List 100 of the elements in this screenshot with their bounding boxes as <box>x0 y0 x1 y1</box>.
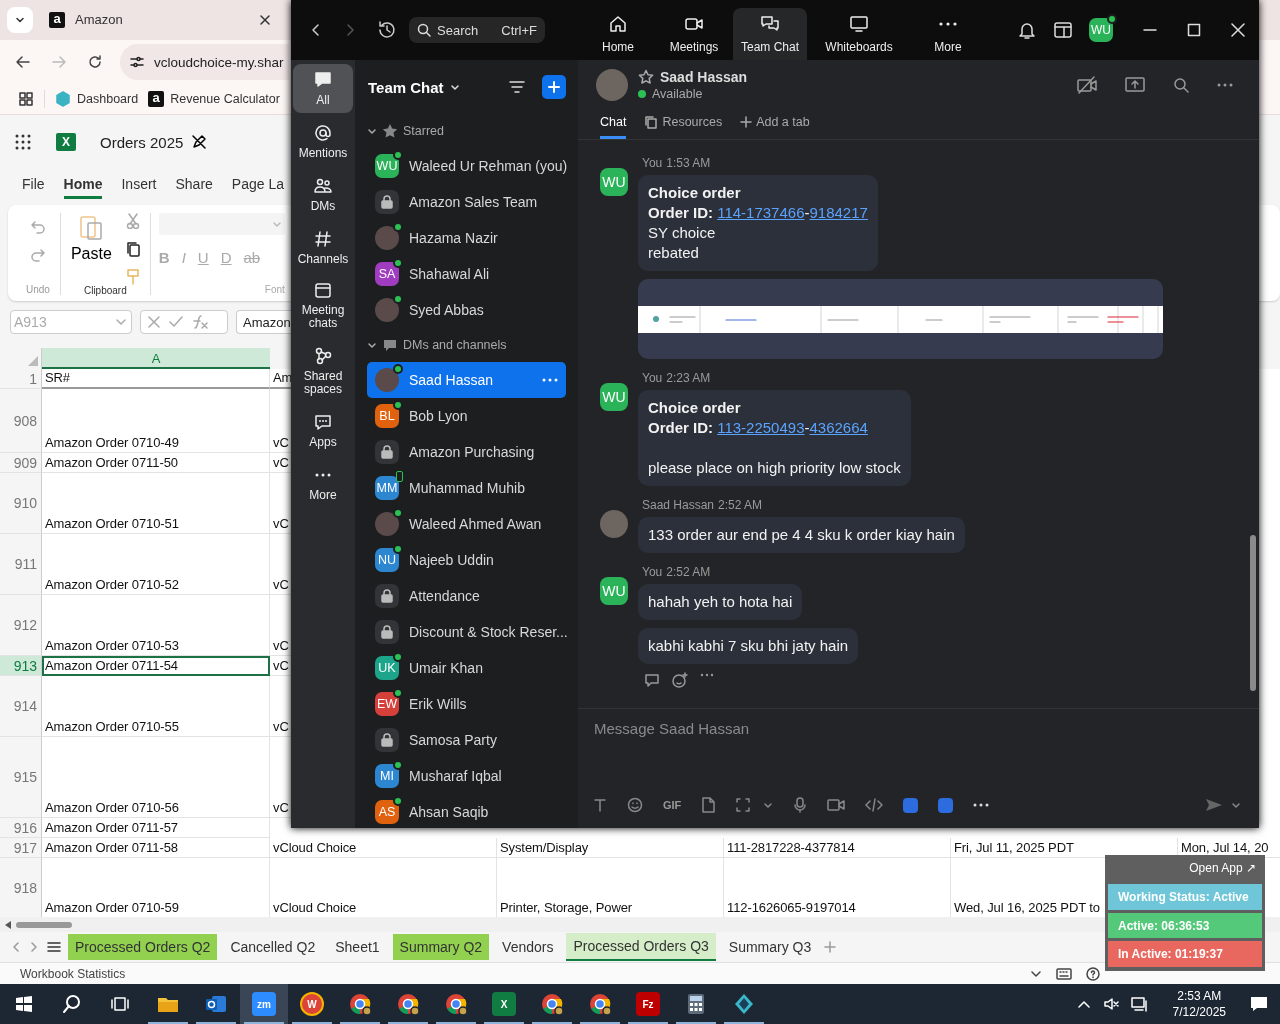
sheet-tab[interactable]: Cancelled Q2 <box>223 934 323 961</box>
gif-button[interactable]: GIF <box>663 799 682 811</box>
sheet-tab[interactable]: Vendors <box>495 934 561 961</box>
app-launcher-icon[interactable] <box>14 133 32 152</box>
ribbon-tab[interactable]: File <box>22 172 45 200</box>
network-icon[interactable] <box>1130 996 1149 1012</box>
more-icon[interactable] <box>973 802 990 808</box>
chat-list-item[interactable]: Amazon Sales Team <box>367 184 566 220</box>
back-icon[interactable] <box>309 23 321 37</box>
code-icon[interactable] <box>865 798 884 812</box>
row-header[interactable]: 914 <box>0 676 42 738</box>
open-app-button[interactable]: Open App ↗ <box>1183 859 1262 881</box>
paste-button[interactable]: Paste <box>70 212 112 263</box>
row-header[interactable]: 913 <box>0 656 42 677</box>
rail-item[interactable]: DMs <box>293 170 353 219</box>
row-header[interactable]: 918 <box>0 858 42 918</box>
order-link[interactable]: 114-1737466 <box>717 204 805 221</box>
app-icon[interactable] <box>903 797 919 813</box>
search-icon[interactable] <box>1173 77 1189 93</box>
search-field[interactable]: Search Ctrl+F <box>409 17 545 43</box>
clock-time[interactable]: 2:53 AM <box>1177 988 1222 1004</box>
row-header[interactable]: 1 <box>0 369 42 390</box>
row-header[interactable]: 910 <box>0 473 42 535</box>
reply-icon[interactable] <box>644 672 660 688</box>
new-chat-button[interactable] <box>542 75 566 99</box>
copy-icon[interactable] <box>125 240 140 257</box>
chevron-right-icon[interactable] <box>28 941 40 954</box>
message-field[interactable]: Message Saad Hassan <box>594 717 1243 739</box>
nav-tab[interactable]: More <box>911 8 985 60</box>
sheet-tab[interactable]: Sheet1 <box>328 934 387 961</box>
help-icon[interactable] <box>1086 966 1100 981</box>
send-icon[interactable] <box>1205 797 1223 813</box>
order-link[interactable]: 4362664 <box>809 419 868 436</box>
address-bar[interactable]: vcloudchoice-my.shar <box>120 44 289 81</box>
nav-tab[interactable]: Home <box>581 8 655 60</box>
file-icon[interactable] <box>701 797 716 813</box>
video-camera-icon[interactable] <box>827 798 846 812</box>
notification-icon[interactable] <box>1250 996 1268 1012</box>
rail-item[interactable]: Meeting chats <box>293 274 353 336</box>
order-link[interactable]: 9184217 <box>809 204 868 221</box>
order-link[interactable]: 113-2250493 <box>717 419 805 436</box>
speaker-muted-icon[interactable] <box>1102 996 1119 1012</box>
nav-tab[interactable]: Team Chat <box>733 8 807 60</box>
rail-item[interactable]: Apps <box>293 406 353 455</box>
chat-list-item[interactable]: SA Shahawal Ali <box>367 256 566 292</box>
microphone-icon[interactable] <box>793 797 808 813</box>
clock-date[interactable]: 7/12/2025 <box>1172 1004 1226 1020</box>
chat-list-item[interactable]: Saad Hassan <box>367 362 566 398</box>
maximize-icon[interactable] <box>1187 23 1201 37</box>
ribbon-tab[interactable]: Share <box>175 172 213 200</box>
section-header[interactable]: Starred <box>367 123 444 139</box>
sheet-tab[interactable]: Processed Orders Q2 <box>68 934 218 961</box>
chat-list-title[interactable]: Team Chat <box>368 78 444 96</box>
rail-item[interactable]: Channels <box>293 223 353 270</box>
scrollbar-thumb[interactable] <box>1250 535 1256 691</box>
app-icon[interactable] <box>938 797 954 813</box>
section-header[interactable]: DMs and channels <box>367 337 507 353</box>
ribbon-tab[interactable]: Home <box>63 172 103 200</box>
rail-item[interactable]: Mentions <box>293 117 353 166</box>
star-icon[interactable] <box>638 69 654 85</box>
scroll-left-icon[interactable] <box>4 920 12 929</box>
workbook-statistics-link[interactable]: Workbook Statistics <box>20 966 126 981</box>
rail-item[interactable]: All <box>293 64 353 113</box>
chat-list-item[interactable]: Syed Abbas <box>367 292 566 328</box>
row-header[interactable]: 912 <box>0 595 42 657</box>
sheet-tab[interactable]: Summary Q2 <box>392 934 490 961</box>
nav-tab[interactable]: Whiteboards <box>809 8 909 60</box>
row-header[interactable]: 909 <box>0 453 42 474</box>
keyboard-icon[interactable] <box>1056 967 1072 980</box>
forward-icon[interactable] <box>345 23 357 37</box>
browser-tab[interactable]: a Amazon <box>41 11 271 28</box>
formula-field[interactable]: Amazon <box>236 310 293 335</box>
screenshot-attachment[interactable] <box>638 279 1163 359</box>
column-header[interactable]: A <box>42 348 270 370</box>
row-header[interactable]: 916 <box>0 818 42 839</box>
more-icon[interactable] <box>700 672 714 678</box>
taskbar-app[interactable]: W <box>288 984 336 1024</box>
row-header[interactable]: 915 <box>0 737 42 819</box>
close-icon[interactable] <box>1231 23 1245 37</box>
apps-grid-icon[interactable] <box>18 91 34 108</box>
ribbon-tab[interactable]: Page La <box>231 172 284 200</box>
row-header[interactable]: 911 <box>0 534 42 596</box>
share-screen-icon[interactable] <box>1125 76 1145 94</box>
chat-tab[interactable]: Resources <box>644 115 723 139</box>
chat-tab[interactable]: Add a tab <box>740 115 810 139</box>
nav-tab[interactable]: Meetings <box>657 8 731 60</box>
menu-icon[interactable] <box>46 940 62 955</box>
bookmark[interactable]: Dashboard <box>55 91 139 108</box>
check-icon[interactable] <box>169 315 183 330</box>
sheet-tab[interactable]: Summary Q3 <box>721 934 819 961</box>
chat-tab[interactable]: Chat <box>600 115 627 139</box>
emoji-icon[interactable] <box>627 797 643 813</box>
sheet-tab[interactable]: Processed Orders Q3 <box>566 933 716 962</box>
close-icon[interactable] <box>259 13 271 26</box>
text-format-icon[interactable] <box>593 798 607 812</box>
scrollbar-thumb[interactable] <box>16 921 72 928</box>
chat-list-item[interactable]: WU Waleed Ur Rehman (you) <box>367 148 566 184</box>
filter-icon[interactable] <box>508 79 526 95</box>
history-icon[interactable] <box>377 20 397 40</box>
taskbar-app[interactable]: X <box>480 984 528 1024</box>
